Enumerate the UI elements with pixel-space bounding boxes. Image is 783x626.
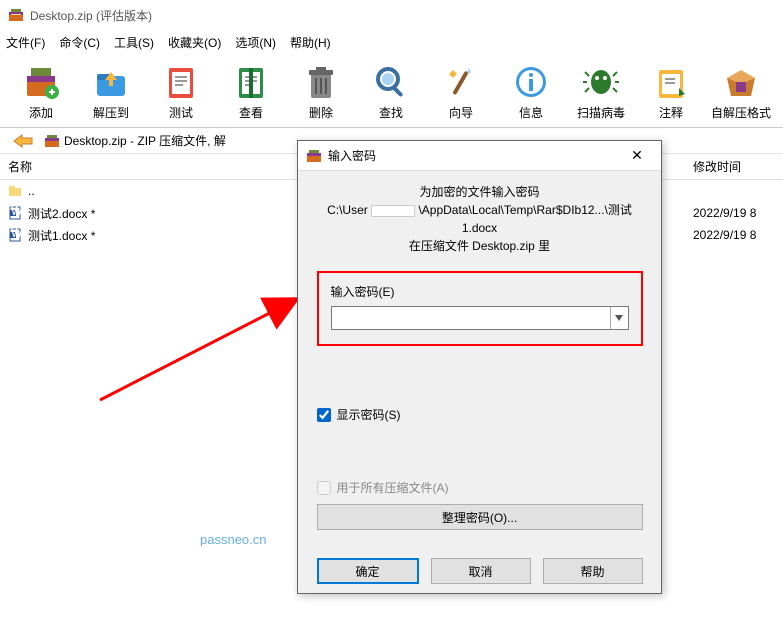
menu-favorites[interactable]: 收藏夹(O) <box>168 34 221 51</box>
password-group: 输入密码(E) <box>317 271 643 346</box>
dialog-text-1: 为加密的文件输入密码 <box>419 183 539 201</box>
toolbar-test[interactable]: 测试 <box>146 58 216 127</box>
archive-icon <box>44 133 60 149</box>
use-all-checkbox[interactable] <box>317 481 331 495</box>
svg-text:W: W <box>11 206 22 218</box>
toolbar-wizard[interactable]: 向导 <box>426 58 496 127</box>
winrar-icon <box>8 7 24 23</box>
menu-file[interactable]: 文件(F) <box>6 34 45 51</box>
menubar: 文件(F) 命令(C) 工具(S) 收藏夹(O) 选项(N) 帮助(H) <box>0 30 783 54</box>
dialog-text-3: 在压缩文件 Desktop.zip 里 <box>409 237 550 255</box>
password-field-wrap <box>331 306 629 330</box>
toolbar-extract[interactable]: 解压到 <box>76 58 146 127</box>
redacted-segment <box>371 205 415 217</box>
col-date[interactable]: 修改时间 <box>693 158 783 175</box>
show-password-row[interactable]: 显示密码(S) <box>317 406 643 423</box>
show-password-checkbox[interactable] <box>317 408 331 422</box>
up-button[interactable] <box>6 131 40 151</box>
toolbar-comment[interactable]: 注释 <box>636 58 706 127</box>
dialog-titlebar: 输入密码 ✕ <box>298 141 661 171</box>
password-label: 输入密码(E) <box>331 283 629 300</box>
chevron-down-icon <box>615 315 623 321</box>
toolbar-add-label: 添加 <box>29 104 53 121</box>
dialog-text-2: C:\User \AppData\Local\Temp\Rar$DIb12...… <box>318 201 641 237</box>
organize-passwords-button[interactable]: 整理密码(O)... <box>317 504 643 530</box>
toolbar-comment-label: 注释 <box>659 104 683 121</box>
toolbar: 添加 解压到 测试 查看 删除 查找 向导 信息 扫描病毒 注释 自解压格式 <box>0 54 783 128</box>
toolbar-virus-scan[interactable]: 扫描病毒 <box>566 58 636 127</box>
toolbar-view-label: 查看 <box>239 104 263 121</box>
use-all-row[interactable]: 用于所有压缩文件(A) <box>317 479 643 496</box>
dialog-buttons: 确定 取消 帮助 <box>317 558 643 584</box>
file-date: 2022/9/19 8 <box>693 228 783 242</box>
cancel-button[interactable]: 取消 <box>431 558 531 584</box>
docx-icon: W <box>8 228 22 242</box>
toolbar-info[interactable]: 信息 <box>496 58 566 127</box>
ok-button[interactable]: 确定 <box>317 558 419 584</box>
toolbar-extract-label: 解压到 <box>93 104 129 121</box>
window-titlebar: Desktop.zip (评估版本) <box>0 0 783 30</box>
toolbar-test-label: 测试 <box>169 104 193 121</box>
toolbar-find-label: 查找 <box>379 104 403 121</box>
toolbar-add[interactable]: 添加 <box>6 58 76 127</box>
file-date: 2022/9/19 8 <box>693 206 783 220</box>
toolbar-wizard-label: 向导 <box>449 104 473 121</box>
use-all-label: 用于所有压缩文件(A) <box>337 479 449 496</box>
menu-command[interactable]: 命令(C) <box>59 34 100 51</box>
dialog-title: 输入密码 <box>328 147 615 164</box>
menu-options[interactable]: 选项(N) <box>235 34 276 51</box>
toolbar-sfx[interactable]: 自解压格式 <box>706 58 776 127</box>
password-input[interactable] <box>332 307 610 329</box>
toolbar-sfx-label: 自解压格式 <box>711 104 771 121</box>
window-title: Desktop.zip (评估版本) <box>30 7 152 24</box>
svg-text:W: W <box>11 228 22 240</box>
toolbar-delete[interactable]: 删除 <box>286 58 356 127</box>
annotation-arrow <box>95 290 315 410</box>
menu-tools[interactable]: 工具(S) <box>114 34 154 51</box>
toolbar-info-label: 信息 <box>519 104 543 121</box>
close-button[interactable]: ✕ <box>621 147 653 164</box>
folder-up-icon <box>8 184 22 198</box>
toolbar-virus-label: 扫描病毒 <box>577 104 625 121</box>
watermark-text: passneo.cn <box>200 532 267 547</box>
menu-help[interactable]: 帮助(H) <box>290 34 331 51</box>
toolbar-view[interactable]: 查看 <box>216 58 286 127</box>
docx-icon: W <box>8 206 22 220</box>
password-dropdown[interactable] <box>610 307 628 329</box>
winrar-icon <box>306 148 322 164</box>
toolbar-find[interactable]: 查找 <box>356 58 426 127</box>
password-dialog: 输入密码 ✕ 为加密的文件输入密码 C:\User \AppData\Local… <box>297 140 662 594</box>
help-button[interactable]: 帮助 <box>543 558 643 584</box>
breadcrumb-path: Desktop.zip - ZIP 压缩文件, 解 <box>64 132 226 149</box>
show-password-label: 显示密码(S) <box>337 406 401 423</box>
toolbar-delete-label: 删除 <box>309 104 333 121</box>
